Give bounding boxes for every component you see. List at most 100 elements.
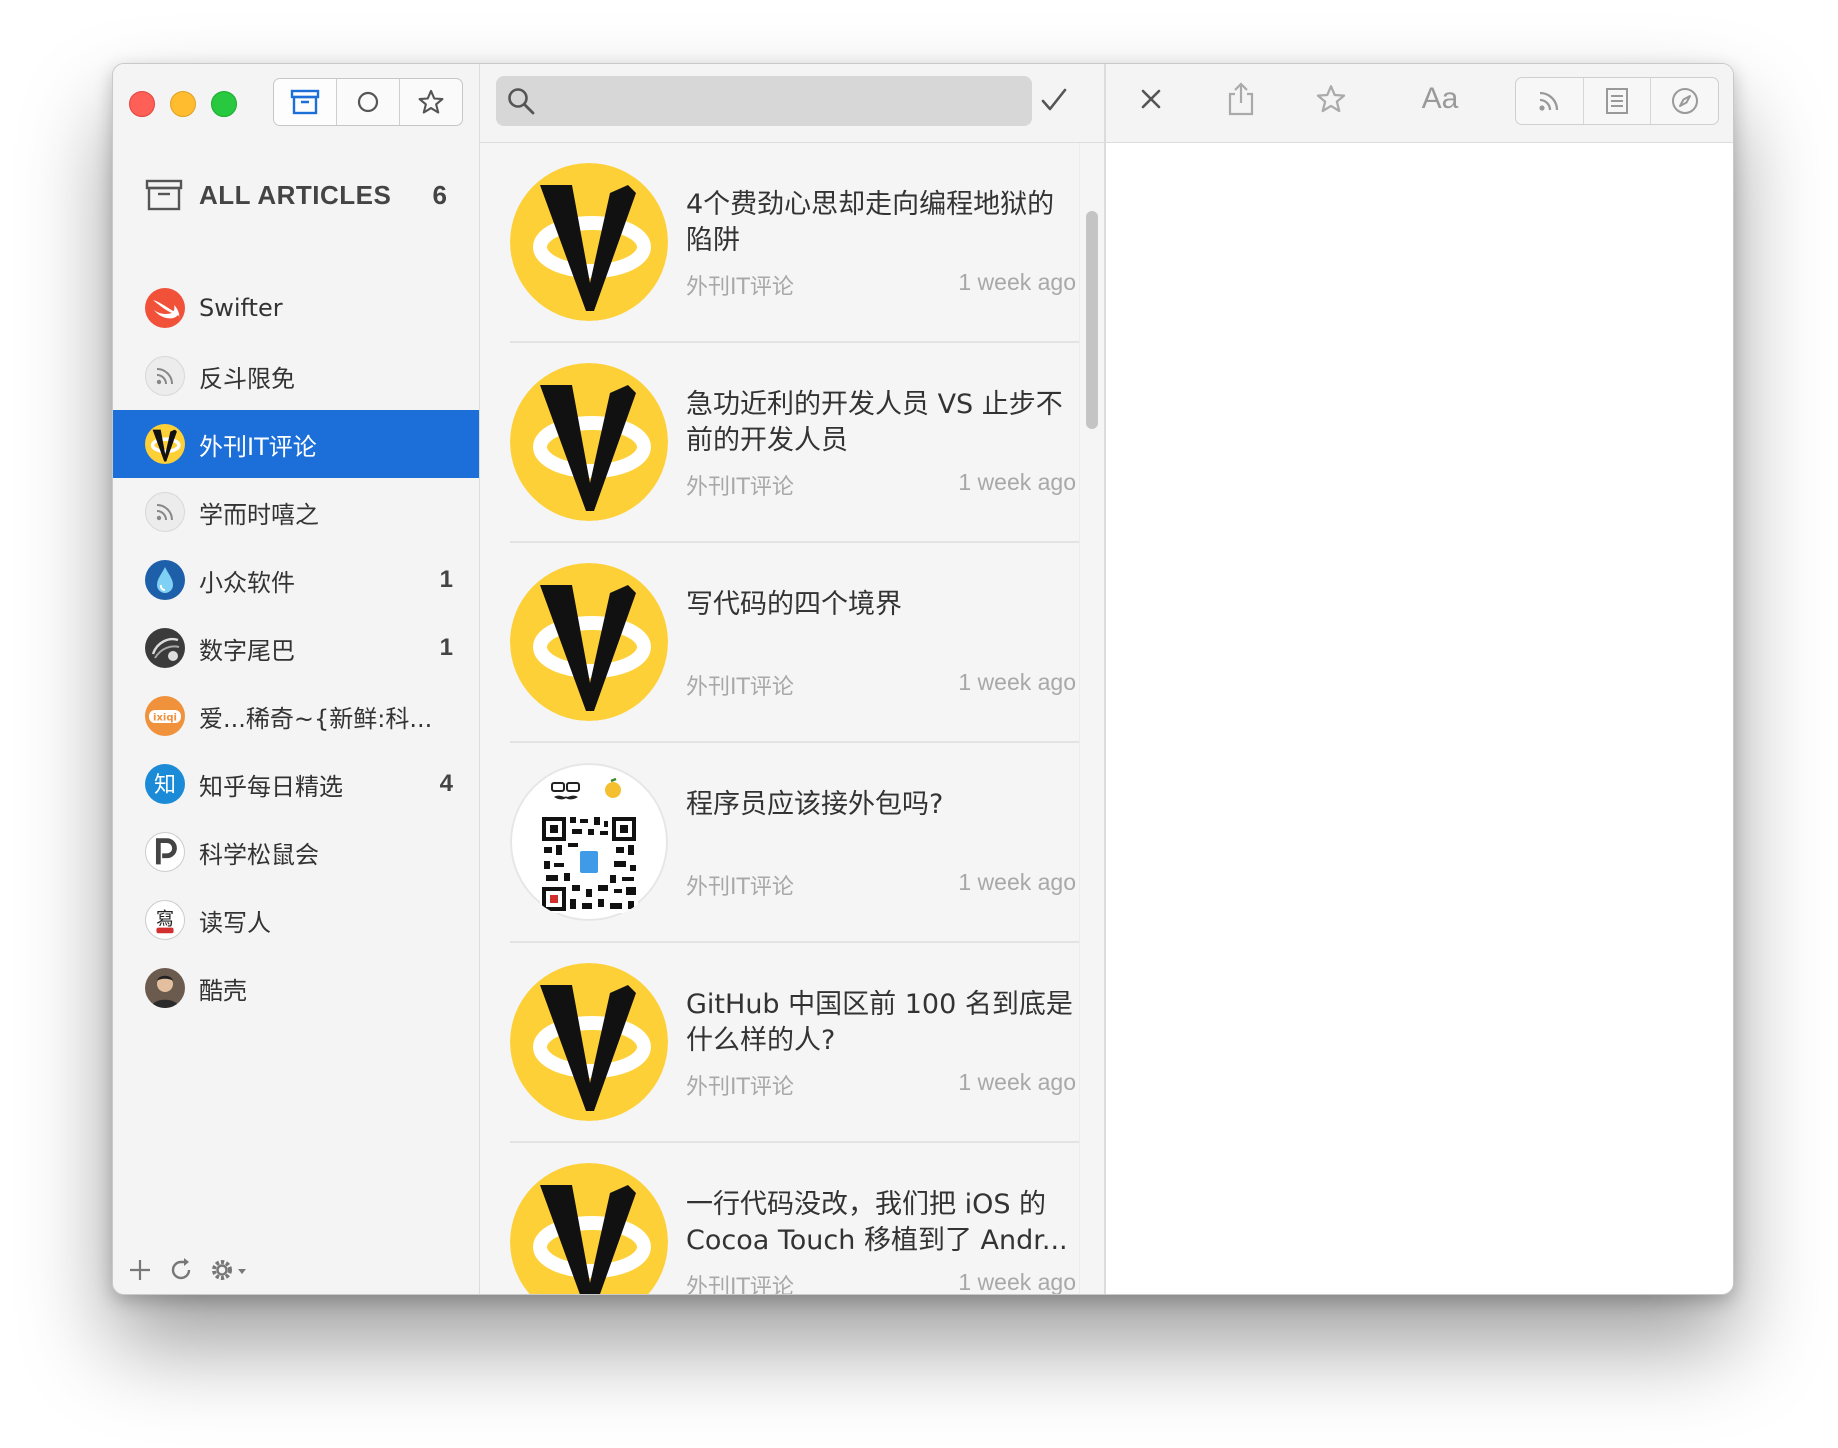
filter-segmented-control	[273, 78, 463, 126]
article-item[interactable]: 4个费劲心思却走向编程地狱的陷阱 外刊IT评论 1 week ago	[510, 143, 1080, 343]
feed-name: 数字尾巴	[199, 636, 295, 665]
reader-view-button[interactable]	[1584, 78, 1652, 124]
view-mode-segmented-control	[1515, 77, 1719, 125]
duxieren-icon: 寫	[145, 900, 185, 940]
article-time: 1 week ago	[958, 469, 1076, 495]
reader-toolbar: Aa	[1106, 64, 1733, 143]
article-time: 1 week ago	[958, 269, 1076, 295]
dgtle-icon	[145, 628, 185, 668]
rss-icon	[1539, 91, 1559, 111]
font-settings-button[interactable]: Aa	[1410, 74, 1470, 124]
mark-all-read-button[interactable]	[1032, 78, 1076, 122]
article-item[interactable]: 程序员应该接外包吗? 外刊IT评论 1 week ago	[510, 743, 1080, 943]
v-logo-thumbnail	[510, 163, 668, 321]
article-title: 程序员应该接外包吗?	[686, 789, 944, 820]
article-time: 1 week ago	[958, 1269, 1076, 1294]
feed-item-coolshell[interactable]: 酷壳	[113, 954, 479, 1022]
article-title: 4个费劲心思却走向编程地狱的陷阱	[686, 189, 1055, 256]
article-time: 1 week ago	[958, 869, 1076, 895]
v-logo-thumbnail	[510, 1163, 668, 1294]
web-view-button[interactable]	[1651, 78, 1718, 124]
add-icon[interactable]	[127, 1257, 153, 1283]
search-field[interactable]	[496, 75, 1032, 127]
rss-view-button[interactable]	[1516, 78, 1584, 124]
filter-starred-button[interactable]	[400, 79, 462, 125]
avatar-icon	[145, 968, 185, 1008]
close-article-button[interactable]	[1126, 74, 1176, 124]
all-articles-count: 6	[432, 179, 447, 210]
feed-item-dgtle[interactable]: 数字尾巴 1	[113, 614, 479, 682]
inbox-icon	[145, 179, 183, 211]
feed-item-duxieren[interactable]: 寫 读写人	[113, 886, 479, 954]
feed-item-xueer[interactable]: 学而时嘻之	[113, 478, 479, 546]
swift-icon	[145, 288, 185, 328]
v-logo-thumbnail	[510, 963, 668, 1121]
feed-name: 读写人	[199, 908, 271, 937]
feed-name: 反斗限免	[199, 364, 295, 393]
v-logo-thumbnail	[510, 363, 668, 521]
songshuhui-icon	[145, 832, 185, 872]
article-item[interactable]: 急功近利的开发人员 VS 止步不前的开发人员 外刊IT评论 1 week ago	[510, 343, 1080, 543]
sidebar-footer	[127, 1250, 249, 1290]
filter-unread-button[interactable]	[337, 79, 400, 125]
document-icon	[1606, 88, 1628, 114]
star-icon	[418, 89, 444, 114]
article-item[interactable]: 写代码的四个境界 外刊IT评论 1 week ago	[510, 543, 1080, 743]
star-icon	[1316, 85, 1346, 113]
article-list: 4个费劲心思却走向编程地狱的陷阱 外刊IT评论 1 week ago 急功近利的…	[480, 143, 1080, 1294]
article-item[interactable]: GitHub 中国区前 100 名到底是什么样的人? 外刊IT评论 1 week…	[510, 943, 1080, 1143]
feed-item-fandou[interactable]: 反斗限免	[113, 342, 479, 410]
feed-item-appinn[interactable]: 小众软件 1	[113, 546, 479, 614]
filter-all-button[interactable]	[274, 79, 337, 125]
minimize-window-button[interactable]	[170, 91, 196, 117]
reader-pane: Aa	[1106, 64, 1733, 1294]
article-item[interactable]: 一行代码没改，我们把 iOS 的 Cocoa Touch 移植到了 Andr..…	[510, 1143, 1080, 1294]
article-list-pane: 4个费劲心思却走向编程地狱的陷阱 外刊IT评论 1 week ago 急功近利的…	[480, 64, 1106, 1294]
feed-name: 学而时嘻之	[199, 500, 319, 529]
v-logo-thumbnail	[510, 563, 668, 721]
article-title: GitHub 中国区前 100 名到底是什么样的人?	[686, 989, 1073, 1056]
feed-item-waikan[interactable]: 外刊IT评论	[113, 410, 479, 478]
feed-item-songshuhui[interactable]: 科学松鼠会	[113, 818, 479, 886]
feed-list: Swifter 反斗限免 外刊IT评论 学而时嘻之 小众软件 1 数字尾巴 1 …	[113, 274, 479, 1022]
circle-icon	[357, 91, 379, 113]
article-source: 外刊IT评论	[686, 1075, 794, 1100]
article-source: 外刊IT评论	[686, 1275, 794, 1294]
refresh-icon[interactable]	[167, 1256, 195, 1284]
search-input[interactable]	[536, 75, 1032, 127]
feed-count: 4	[439, 770, 453, 797]
scrollbar-thumb[interactable]	[1086, 211, 1098, 429]
checkmark-icon	[1041, 88, 1067, 111]
search-icon	[508, 88, 535, 115]
article-time: 1 week ago	[958, 669, 1076, 695]
inbox-icon	[290, 89, 320, 115]
all-articles-label: ALL ARTICLES	[199, 179, 392, 210]
qr-code-thumbnail	[510, 763, 668, 921]
share-button[interactable]	[1216, 74, 1266, 124]
zoom-window-button[interactable]	[211, 91, 237, 117]
ixiqi-icon: ixiqi	[145, 696, 185, 736]
feed-name: 知乎每日精选	[199, 772, 343, 801]
feed-name: Swifter	[199, 294, 283, 322]
feed-name: 酷壳	[199, 976, 247, 1005]
feed-item-zhihu[interactable]: 知 知乎每日精选 4	[113, 750, 479, 818]
v-logo-icon	[145, 424, 185, 464]
list-toolbar	[480, 64, 1104, 143]
share-icon	[1228, 82, 1254, 116]
article-source: 外刊IT评论	[686, 875, 794, 900]
all-articles-row[interactable]: ALL ARTICLES 6	[145, 170, 447, 220]
rss-icon	[145, 492, 185, 532]
article-source: 外刊IT评论	[686, 675, 794, 700]
close-icon	[1141, 89, 1161, 109]
svg-text:知: 知	[154, 773, 176, 798]
gear-icon[interactable]	[209, 1256, 249, 1284]
window-controls	[129, 91, 237, 117]
article-list-scrollbar[interactable]	[1079, 143, 1104, 1294]
close-window-button[interactable]	[129, 91, 155, 117]
feed-item-ixiqi[interactable]: ixiqi 爱...稀奇~{新鲜:科...	[113, 682, 479, 750]
article-title: 急功近利的开发人员 VS 止步不前的开发人员	[686, 389, 1063, 456]
svg-text:ixiqi: ixiqi	[153, 713, 177, 724]
feed-item-swifter[interactable]: Swifter	[113, 274, 479, 342]
feed-name: 科学松鼠会	[199, 840, 319, 869]
star-article-button[interactable]	[1306, 74, 1356, 124]
